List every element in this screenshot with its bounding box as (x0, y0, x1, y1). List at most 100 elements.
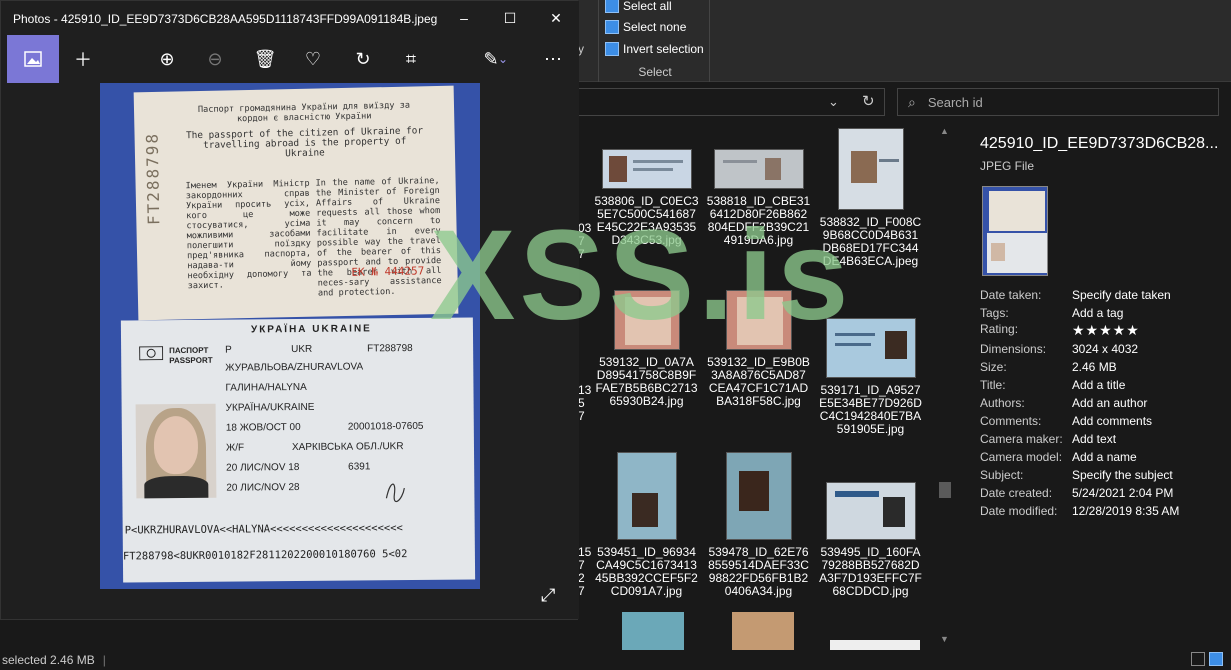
file-name: 538832_ID_F008C 9B68CC0D4B631 DB68ED17FC… (819, 215, 922, 268)
details-row: Rating: ★★★★★ (980, 322, 1140, 339)
passport-record-no: 20001018-07605 (347, 420, 424, 433)
invert-selection-button[interactable]: Invert selection (605, 40, 704, 58)
passport-number: FT288798 (367, 342, 413, 355)
select-none-label: Select none (623, 20, 687, 34)
passport-dob: 18 ЖОВ/ОСТ 00 (225, 421, 301, 434)
status-divider: | (102, 653, 106, 667)
view-switcher (1191, 652, 1223, 666)
file-thumbnail (825, 482, 916, 540)
file-item[interactable]: 539451_ID_96934 CA49C5C1673413 45BB392CC… (594, 452, 699, 598)
select-all-button[interactable]: Select all (605, 0, 672, 15)
file-thumbnail (837, 128, 904, 210)
expand-icon[interactable]: ⤢ (541, 585, 555, 606)
add-icon[interactable]: ＋ (59, 35, 107, 83)
file-item[interactable]: 538818_ID_CBE31 6412D80F26B862 804EDFF2B… (706, 149, 811, 247)
details-pane: 425910_ID_EE9D7373D6CB28... JPEG File Da… (958, 122, 1231, 650)
minimize-button[interactable]: – (441, 1, 487, 35)
passport-expiry: 20 ЛИС/NOV 28 (226, 481, 300, 494)
select-group: Select all Select none Invert selection … (598, 0, 710, 82)
status-text: selected 2.46 MB (2, 653, 95, 667)
passport-portrait (135, 403, 217, 499)
details-value: 5/24/2021 2:04 PM (1072, 486, 1174, 500)
invert-selection-label: Invert selection (623, 42, 704, 56)
photos-app-window: Photos - 425910_ID_EE9D7373D6CB28AA595D1… (0, 0, 579, 620)
details-row: Date created: 5/24/2021 2:04 PM (980, 486, 1173, 500)
details-value[interactable]: Add text (1072, 432, 1116, 446)
details-value[interactable]: Add an author (1072, 396, 1147, 410)
file-item[interactable]: 539132_ID_0A7A D89541758C8B9F FAE7B5B6BC… (594, 290, 699, 408)
select-none-button[interactable]: Select none (605, 18, 686, 36)
chevron-down-icon[interactable]: ⌄ (493, 35, 513, 83)
passport-vertical-number: FT288798 (142, 131, 164, 226)
photos-toolbar: ＋ ⊕ ⊖ 🗑 ♡ ↻ ⌗ ✎ ⌄ ⋯ (1, 35, 579, 83)
file-item[interactable]: 539132_ID_E9B0B 3A8A876C5AD87 CEA47CF1C7… (706, 290, 811, 408)
rating-stars[interactable]: ★★★★★ (1072, 322, 1140, 339)
large-icons-view-icon[interactable] (1209, 652, 1223, 666)
file-name: 538818_ID_CBE31 6412D80F26B862 804EDFF2B… (706, 194, 811, 247)
image-icon[interactable] (7, 35, 59, 83)
refresh-icon[interactable]: ↻ (862, 92, 875, 110)
file-item[interactable]: 539478_ID_62E76 8559514DAEF33C 98822FD56… (706, 452, 811, 598)
file-name: 539171_ID_A9527 E5E34BE77D926D C4C194284… (819, 383, 922, 436)
details-key: Comments: (980, 414, 1042, 428)
file-item[interactable]: 539171_ID_A9527 E5E34BE77D926D C4C194284… (818, 318, 923, 436)
passport-issue-date: 20 ЛИС/NOV 18 (226, 461, 300, 474)
details-row: Size: 2.46 MB (980, 360, 1117, 374)
details-row: Title: Add a title (980, 378, 1125, 392)
details-value[interactable]: Add a title (1072, 378, 1125, 392)
details-key: Title: (980, 378, 1006, 392)
search-icon: ⌕ (908, 93, 916, 110)
details-thumbnail (982, 186, 1048, 276)
scroll-down-icon[interactable]: ▼ (940, 634, 949, 644)
chip-icon (139, 346, 164, 361)
search-placeholder: Search id (927, 94, 983, 110)
crop-icon[interactable]: ⌗ (387, 35, 435, 83)
passport-nationality: УКРАЇНА/UKRAINE (225, 401, 315, 414)
rotate-icon[interactable]: ↻ (339, 35, 387, 83)
details-value[interactable]: Add a name (1072, 450, 1137, 464)
passport-doc-label: ПАСПОРТ PASSPORT (169, 345, 213, 366)
file-item[interactable]: 539495_ID_160FA 79288BB527682D A3F7D193E… (818, 482, 923, 598)
chevron-down-icon[interactable]: ⌄ (828, 94, 839, 110)
file-thumbnail (830, 640, 920, 650)
portrait-face (153, 415, 199, 475)
address-bar[interactable] (578, 88, 885, 116)
file-thumbnail (613, 290, 680, 350)
partial-file-label: 15 7 2 7 (578, 545, 592, 598)
details-view-icon[interactable] (1191, 652, 1205, 666)
details-row: Dimensions: 3024 x 4032 (980, 342, 1138, 356)
scrollbar-thumb[interactable] (939, 482, 951, 498)
details-key: Date created: (980, 486, 1053, 500)
details-value: 3024 x 4032 (1072, 342, 1139, 356)
title-bar: Photos - 425910_ID_EE9D7373D6CB28AA595D1… (1, 1, 579, 35)
passport-type: P (225, 344, 232, 356)
invert-selection-icon (605, 42, 619, 56)
scroll-up-icon[interactable]: ▲ (940, 126, 949, 136)
file-grid-scrollbar[interactable]: ▲ ▼ (938, 122, 952, 650)
more-icon[interactable]: ⋯ (529, 35, 577, 83)
zoom-out-icon[interactable]: ⊖ (191, 35, 239, 83)
delete-icon[interactable]: 🗑 (241, 35, 289, 83)
file-thumbnail (601, 149, 692, 189)
details-key: Camera model: (980, 450, 1063, 464)
zoom-in-icon[interactable]: ⊕ (143, 35, 191, 83)
passport-title-en: The passport of the citizen of Ukraine f… (185, 125, 424, 160)
passport-data-page: УКРАЇНА UKRAINE ПАСПОРТ PASSPORT P UKR F… (120, 317, 476, 583)
maximize-button[interactable]: ☐ (487, 1, 533, 35)
image-viewer[interactable]: FT288798 Паспорт громадянина України для… (1, 83, 579, 619)
favorite-icon[interactable]: ♡ (289, 35, 337, 83)
search-input[interactable]: ⌕ Search id (897, 88, 1219, 116)
details-key: Tags: (980, 306, 1009, 320)
file-item[interactable]: 538832_ID_F008C 9B68CC0D4B631 DB68ED17FC… (818, 128, 923, 268)
details-value[interactable]: Add a tag (1072, 306, 1123, 320)
passport-place-of-birth: ХАРКІВСЬКА ОБЛ./UKR (291, 441, 404, 454)
passport-info-page: FT288798 Паспорт громадянина України для… (133, 85, 459, 321)
details-value[interactable]: Specify date taken (1072, 288, 1171, 302)
details-value[interactable]: Add comments (1072, 414, 1152, 428)
details-file-type: JPEG File (980, 159, 1035, 173)
details-value[interactable]: Specify the subject (1072, 468, 1173, 482)
file-grid: 03 7 7 13 5 7 15 7 2 7 538806_ID_C0EC3 5… (578, 122, 936, 650)
file-item[interactable]: 538806_ID_C0EC3 5E7C500C541687 E45C22E3A… (594, 149, 699, 247)
select-all-icon (605, 0, 619, 13)
close-button[interactable]: ✕ (533, 1, 579, 35)
